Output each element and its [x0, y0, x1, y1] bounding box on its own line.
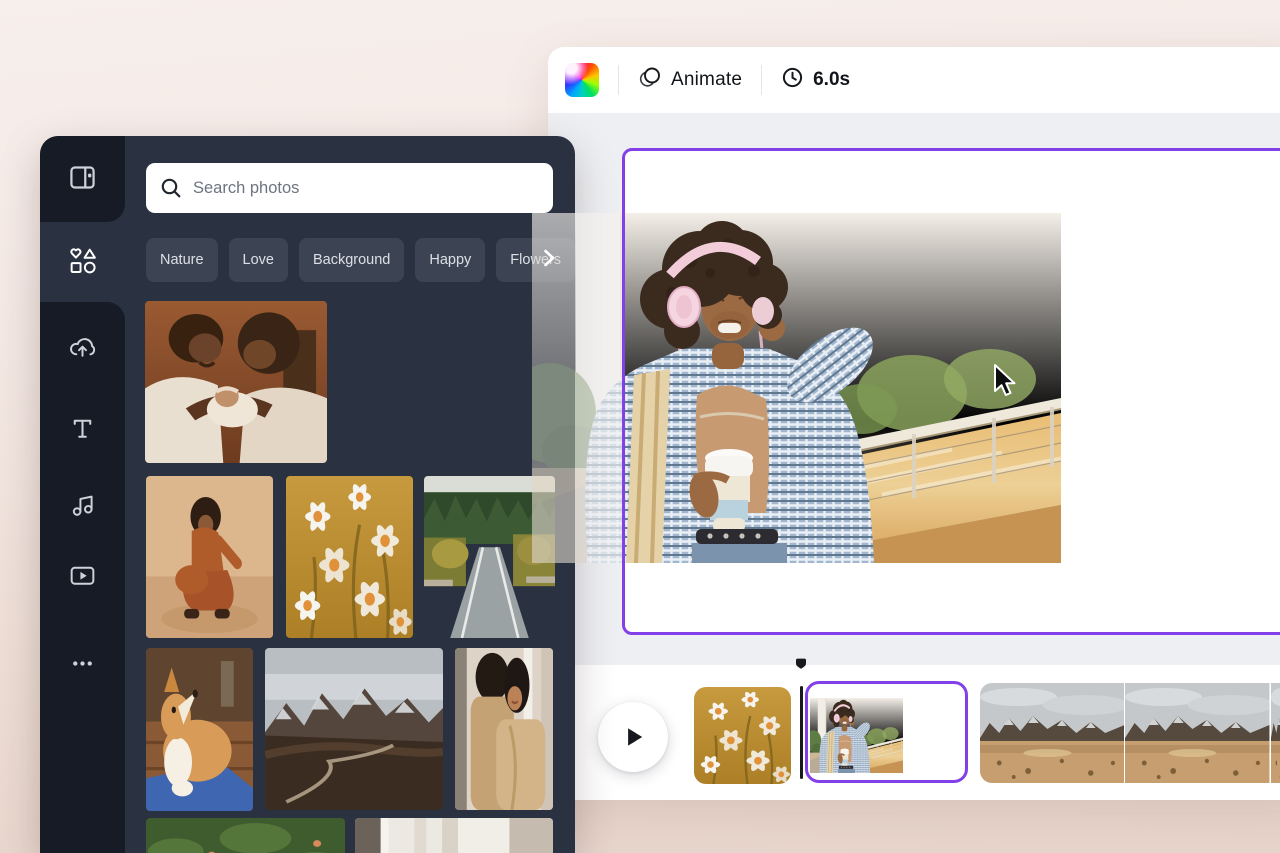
photo-tile-interior[interactable] — [355, 818, 553, 853]
timeline-clip-selected[interactable] — [805, 681, 968, 783]
sidebar-item-audio[interactable] — [67, 489, 98, 520]
photo-tile-greenery[interactable] — [146, 818, 345, 853]
play-icon — [628, 728, 643, 746]
sidebar: Nature Love Background Happy Flowers — [40, 136, 575, 853]
chip-nature[interactable]: Nature — [146, 238, 218, 282]
search-input[interactable] — [193, 178, 539, 198]
sidebar-item-design[interactable] — [67, 162, 98, 193]
photo-tile-woman-beige[interactable] — [455, 648, 553, 810]
sidebar-item-elements[interactable] — [67, 245, 98, 276]
chip-happy[interactable]: Happy — [415, 238, 486, 282]
play-button[interactable] — [598, 702, 668, 772]
canva-editor-screenshot: Animate 6.0s Search photos Nature Love B… — [0, 0, 1280, 853]
playhead-line[interactable] — [800, 686, 803, 779]
playhead-marker[interactable] — [794, 658, 808, 671]
music-note-icon — [72, 495, 93, 516]
timeline — [548, 658, 1280, 800]
editor-toolbar: Animate 6.0s — [548, 47, 1280, 113]
design-templates-icon — [70, 166, 95, 189]
text-icon — [73, 419, 92, 438]
duration-button[interactable]: 6.0s — [781, 66, 850, 95]
sidebar-item-text[interactable] — [67, 413, 98, 444]
sidebar-item-videos[interactable] — [67, 560, 98, 591]
photo-tile-mountains[interactable] — [265, 648, 443, 810]
clock-icon — [781, 66, 804, 95]
photo-tile-woman-orange[interactable] — [146, 476, 273, 638]
toolbar-divider — [761, 65, 763, 95]
selected-photo-element[interactable] — [532, 213, 1061, 563]
elements-shapes-icon — [70, 248, 96, 274]
sidebar-item-uploads[interactable] — [67, 332, 98, 363]
sidebar-item-more[interactable] — [67, 648, 98, 679]
cloud-upload-icon — [70, 338, 96, 357]
photo-tile-corgi[interactable] — [146, 648, 253, 811]
search-bar — [146, 163, 553, 213]
duration-value: 6.0s — [813, 69, 851, 90]
animate-label: Animate — [671, 69, 743, 90]
timeline-clip-selected-thumbnail — [810, 698, 903, 773]
timeline-clip-video[interactable] — [980, 683, 1280, 783]
chips-scroll-next-button[interactable] — [540, 247, 558, 271]
animate-button[interactable]: Animate — [638, 65, 742, 95]
search-suggestion-chips: Nature Love Background Happy Flowers — [146, 238, 575, 282]
photo-tile-family[interactable] — [145, 301, 327, 463]
ellipsis-icon — [73, 661, 92, 666]
photo-tile-daisies[interactable] — [286, 476, 413, 638]
chip-background[interactable]: Background — [298, 238, 405, 282]
chip-love[interactable]: Love — [228, 238, 288, 282]
chevron-right-icon — [544, 249, 555, 267]
timeline-clip-flowers[interactable] — [694, 687, 791, 784]
search-icon — [161, 178, 181, 198]
animate-icon — [638, 65, 662, 95]
color-picker-swatch[interactable] — [565, 63, 599, 97]
toolbar-divider — [618, 65, 619, 95]
video-player-icon — [70, 566, 95, 585]
